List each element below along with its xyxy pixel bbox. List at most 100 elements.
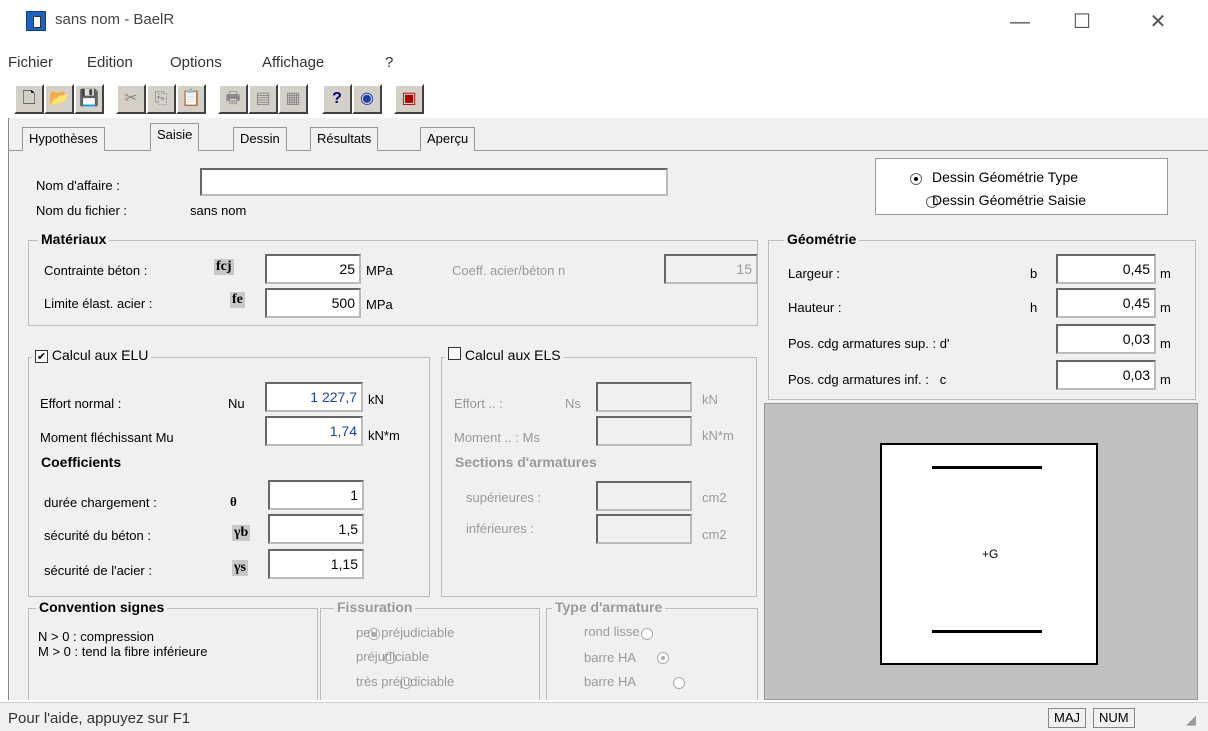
pos-sup-unit: m xyxy=(1160,336,1171,351)
pos-sup-label: Pos. cdg armatures sup. : d' xyxy=(788,336,950,351)
securite-acier-input[interactable]: 1,15 xyxy=(268,549,364,579)
fissuration-title: Fissuration xyxy=(334,599,416,615)
fe-symbol: fe xyxy=(230,292,245,308)
tab-apercu[interactable]: Aperçu xyxy=(420,127,476,151)
geometrie-type-label: Dessin Géométrie Type xyxy=(932,169,1079,185)
radio-geometrie-type[interactable] xyxy=(910,173,922,185)
pos-inf-input[interactable]: 0,03 xyxy=(1056,360,1156,390)
largeur-label: Largeur : xyxy=(788,266,841,281)
affaire-label: Nom d'affaire : xyxy=(36,178,120,193)
securite-beton-input[interactable]: 1,5 xyxy=(268,514,364,544)
sections-title: Sections d'armatures xyxy=(452,454,600,470)
tab-resultats[interactable]: Résultats xyxy=(310,127,379,151)
page-setup-icon[interactable]: ▦ xyxy=(278,84,308,114)
sections-inf-label: inférieures : xyxy=(466,521,534,536)
convention-line1: N > 0 : compression xyxy=(38,629,154,644)
sections-sup-label: supérieures : xyxy=(466,490,542,505)
minimize-button[interactable]: — xyxy=(1000,8,1040,36)
els-legend: Calcul aux ELS xyxy=(445,347,564,363)
copy-icon[interactable]: ⎘ xyxy=(146,84,176,114)
beton-input[interactable]: 25 xyxy=(265,254,361,284)
open-icon[interactable]: 📂 xyxy=(44,84,74,114)
els-moment-label: Moment .. : Ms xyxy=(454,430,540,445)
duree-label: durée chargement : xyxy=(44,495,157,510)
limite-acier-label: Limite élast. acier : xyxy=(44,296,153,311)
pos-sup-input[interactable]: 0,03 xyxy=(1056,324,1156,354)
largeur-sym: b xyxy=(1030,266,1038,281)
sections-inf-unit: cm2 xyxy=(702,527,727,542)
sections-inf-input xyxy=(596,514,692,544)
new-icon[interactable]: 🗋 xyxy=(14,84,44,114)
coefficients-title: Coefficients xyxy=(38,454,125,470)
peu-prejudiciable-label: peu préjudiciable xyxy=(356,625,455,640)
menu-edition[interactable]: Edition xyxy=(87,54,133,71)
els-moment-unit: kN*m xyxy=(702,428,734,443)
contrainte-beton-label: Contrainte béton : xyxy=(44,263,148,278)
els-effort-input xyxy=(596,382,692,412)
largeur-input[interactable]: 0,45 xyxy=(1056,254,1156,284)
menu-affichage[interactable]: Affichage xyxy=(262,54,324,71)
armature-group xyxy=(546,608,758,700)
file-value: sans nom xyxy=(190,203,247,218)
coeff-input: 15 xyxy=(664,254,758,284)
app-icon[interactable] xyxy=(26,11,46,31)
barre-ha-label-2: barre HA xyxy=(584,674,637,689)
geometrie-saisie-label: Dessin Géométrie Saisie xyxy=(932,192,1087,208)
hauteur-input[interactable]: 0,45 xyxy=(1056,288,1156,318)
tab-dessin[interactable]: Dessin xyxy=(233,127,287,151)
menu-help[interactable]: ? xyxy=(385,54,393,71)
cut-icon[interactable]: ✂ xyxy=(116,84,146,114)
close-button[interactable]: ✕ xyxy=(1138,8,1178,36)
help-icon[interactable]: ? xyxy=(322,84,352,114)
pos-inf-label: Pos. cdg armatures inf. : c xyxy=(788,372,947,387)
convention-line2: M > 0 : tend la fibre inférieure xyxy=(38,644,208,659)
gamma-b-symbol: γb xyxy=(232,525,251,541)
paste-icon[interactable]: 📋 xyxy=(176,84,206,114)
sections-sup-unit: cm2 xyxy=(702,490,727,505)
menu-options[interactable]: Options xyxy=(170,54,222,71)
els-title: Calcul aux ELS xyxy=(464,347,561,363)
affaire-input[interactable] xyxy=(200,168,668,196)
elu-title: Calcul aux ELU xyxy=(51,347,149,363)
hauteur-sym: h xyxy=(1030,300,1038,315)
duree-input[interactable]: 1 xyxy=(268,480,364,510)
nu-sym: Nu xyxy=(228,396,245,411)
pos-inf-unit: m xyxy=(1160,372,1171,387)
maximize-button[interactable]: ☐ xyxy=(1062,8,1102,36)
sections-sup-input xyxy=(596,481,692,511)
theta-symbol: θ xyxy=(230,494,237,509)
geometrie-title: Géométrie xyxy=(784,231,860,247)
tab-saisie[interactable]: Saisie xyxy=(150,123,200,151)
globe-icon[interactable]: ◉ xyxy=(352,84,382,114)
prejudiciable-label: préjudiciable xyxy=(356,649,429,664)
els-effort-label: Effort .. : xyxy=(454,396,503,411)
moment-input[interactable]: 1,74 xyxy=(265,416,363,446)
print-icon[interactable]: 🖶 xyxy=(218,84,248,114)
calculator-icon[interactable]: ▣ xyxy=(394,84,424,114)
status-text: Pour l'aide, appuyez sur F1 xyxy=(8,710,191,727)
effort-normal-input[interactable]: 1 227,7 xyxy=(265,382,363,412)
num-indicator: NUM xyxy=(1093,708,1135,728)
save-icon[interactable]: 💾 xyxy=(74,84,104,114)
els-moment-input xyxy=(596,416,692,446)
acier-input[interactable]: 500 xyxy=(265,288,361,318)
largeur-unit: m xyxy=(1160,266,1171,281)
tres-prejudiciable-label: très préjudiciable xyxy=(356,674,455,689)
els-checkbox[interactable] xyxy=(448,347,461,360)
maj-indicator: MAJ xyxy=(1048,708,1086,728)
securite-acier-label: sécurité de l'acier : xyxy=(44,563,152,578)
elu-checkbox[interactable]: ✔ xyxy=(35,350,48,363)
centroid-label: +G xyxy=(982,547,999,561)
menu-fichier[interactable]: Fichier xyxy=(8,54,53,71)
beton-unit: MPa xyxy=(366,263,393,278)
resize-grip-icon[interactable]: ◢ xyxy=(1186,712,1196,728)
acier-unit: MPa xyxy=(366,297,393,312)
effort-normal-label: Effort normal : xyxy=(40,396,122,411)
securite-beton-label: sécurité du béton : xyxy=(44,528,151,543)
tab-hypotheses[interactable]: Hypothèses xyxy=(22,127,105,151)
els-effort-unit: kN xyxy=(702,392,718,407)
top-rebar-line xyxy=(932,466,1042,469)
gamma-s-symbol: γs xyxy=(232,560,248,576)
print-preview-icon[interactable]: ▤ xyxy=(248,84,278,114)
effort-normal-unit: kN xyxy=(368,392,384,407)
